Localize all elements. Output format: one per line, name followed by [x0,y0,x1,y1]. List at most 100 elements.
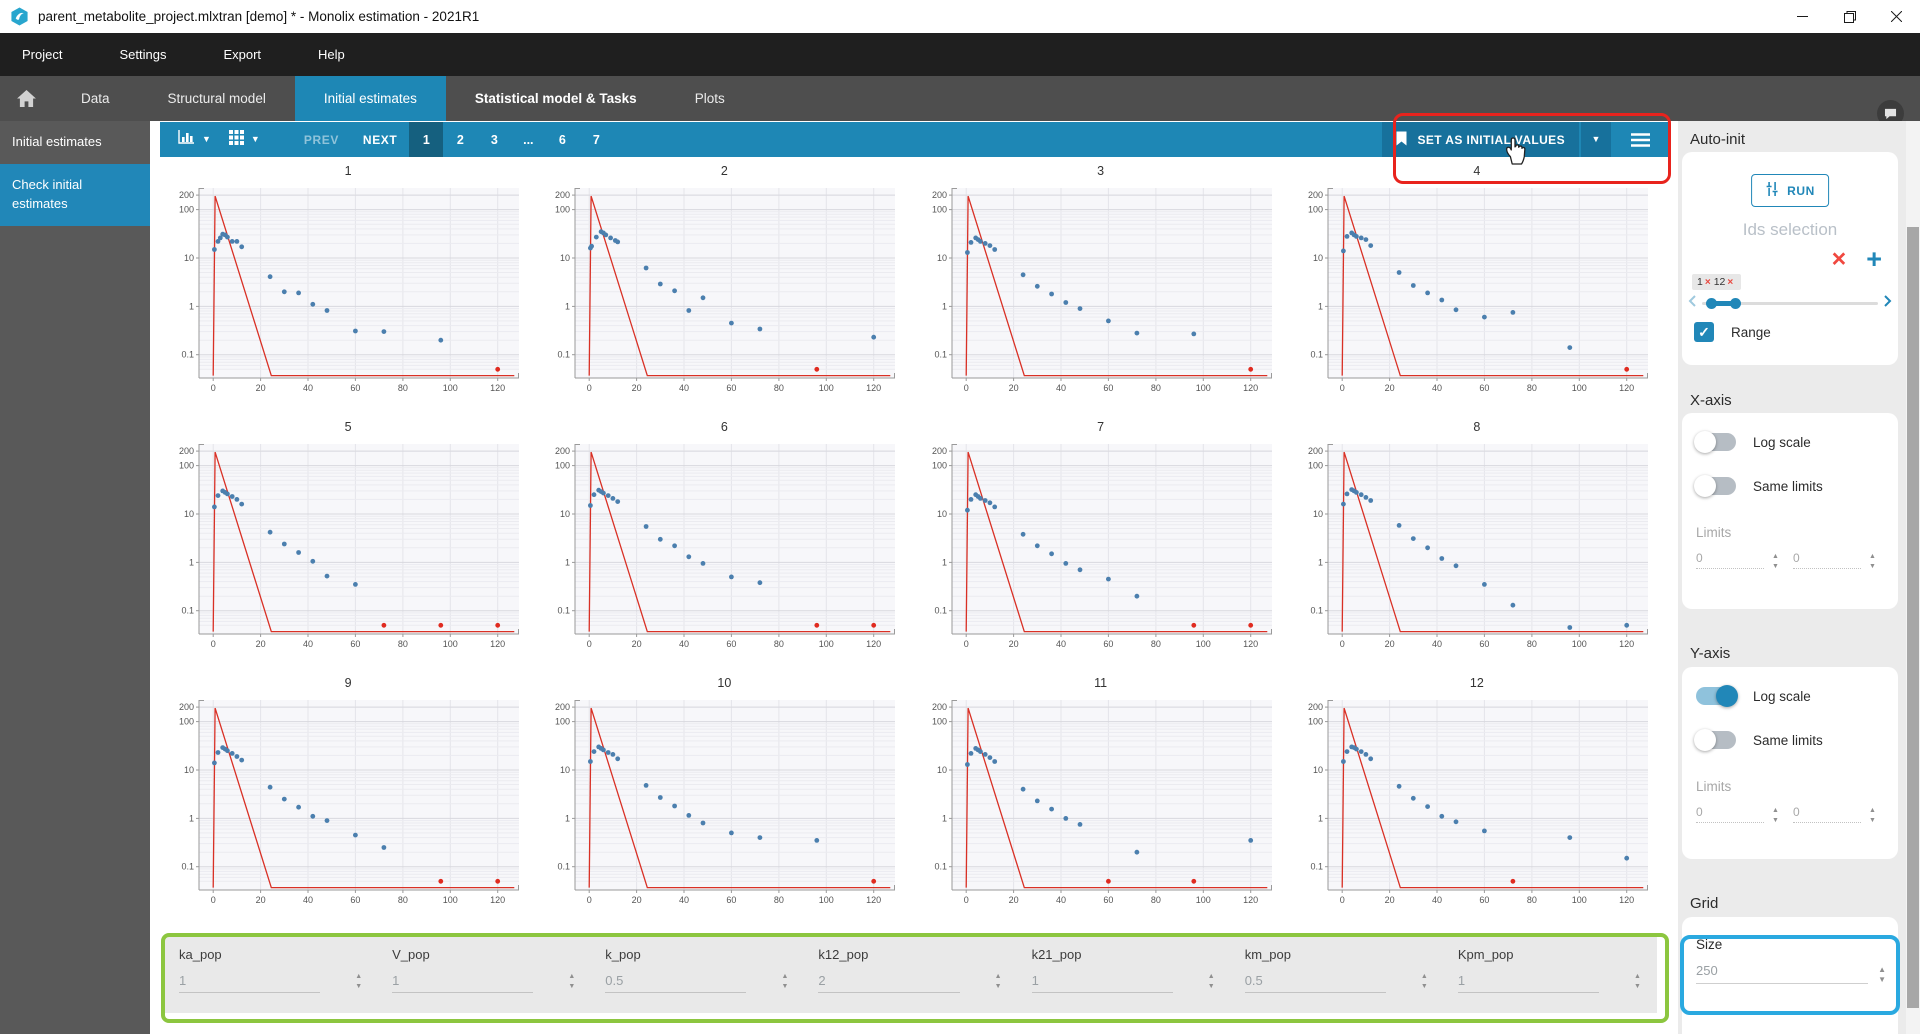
ids-range-slider[interactable] [1687,294,1893,313]
y-log-toggle[interactable] [1696,685,1738,707]
grid-size-stepper[interactable]: ▲ ▼ [1878,966,1886,984]
menu-export[interactable]: Export [223,47,261,62]
x-min-input[interactable]: 0 [1696,551,1764,569]
run-button[interactable]: RUN [1751,174,1829,207]
param-label: k_pop [605,947,641,962]
menu-settings[interactable]: Settings [119,47,166,62]
param-stepper[interactable]: ▲ ▼ [781,973,788,990]
individual-fit-plot-3[interactable]: 200 100 10 1 0.1 0 20 40 60 80 100 120 [922,182,1280,401]
menu-project[interactable]: Project [22,47,62,62]
x-axis-card: Log scale Same limits Limits 0 ▲ ▼ 0 ▲ ▼ [1682,413,1898,609]
param-stepper[interactable]: ▲ ▼ [355,973,362,990]
individual-fit-plot-6[interactable]: 200 100 10 1 0.1 0 20 40 60 80 100 120 [545,438,903,657]
param-stepper[interactable]: ▲ ▼ [1421,973,1428,990]
individual-fit-plot-12[interactable]: 200 100 10 1 0.1 0 20 40 60 80 100 120 [1298,694,1656,913]
param-stepper[interactable]: ▲ ▼ [1634,973,1641,990]
remove-id-icon[interactable]: × [1705,277,1711,288]
remove-id-icon[interactable]: × [1727,277,1733,288]
param-stepper[interactable]: ▲ ▼ [568,973,575,990]
panel-scrollbar[interactable] [1906,121,1920,1034]
tab-plots[interactable]: Plots [666,76,754,121]
plot-title-11: 11 [1094,676,1108,690]
menu-help[interactable]: Help [318,47,345,62]
slider-handle-low[interactable] [1705,297,1717,309]
param-label: k21_pop [1031,947,1082,962]
x-same-toggle[interactable] [1694,475,1736,497]
plot-type-dropdown[interactable]: ▼ [178,130,211,149]
param-value-input[interactable]: 0.5 [1244,973,1386,993]
tab-structural-model[interactable]: Structural model [139,76,295,121]
param-stepper[interactable]: ▲ ▼ [1208,973,1215,990]
page-2[interactable]: 2 [443,122,477,157]
param-stepper[interactable]: ▲ ▼ [995,973,1002,990]
tab-data[interactable]: Data [52,76,139,121]
prev-page-button[interactable]: PREV [304,133,339,147]
minimize-button[interactable] [1779,0,1826,33]
ids-selection-label: Ids selection [1742,220,1838,239]
y-max-stepper[interactable]: ▲ ▼ [1869,807,1876,824]
individual-fit-plot-11[interactable]: 200 100 10 1 0.1 0 20 40 60 80 100 120 [922,694,1280,913]
plot-cell-9: 9 200 100 10 1 0.1 0 20 40 60 80 100 120 [160,670,536,926]
param-value-input[interactable]: 2 [818,973,960,993]
page-7[interactable]: 7 [579,122,613,157]
x-max-input[interactable]: 0 [1793,551,1861,569]
range-checkbox[interactable]: ✓ [1694,322,1714,342]
set-as-initial-values-button[interactable]: SET AS INITIAL VALUES [1382,122,1579,157]
grid-size-label: Size [1696,937,1723,952]
param-value-input[interactable]: 1 [179,973,321,993]
page-1[interactable]: 1 [409,122,444,157]
param-value-input[interactable]: 1 [392,973,534,993]
svg-text:0: 0 [963,639,968,649]
grid-layout-dropdown[interactable]: ▼ [228,129,260,150]
x-log-toggle[interactable] [1694,431,1736,453]
page-3[interactable]: 3 [477,122,511,157]
y-max-input[interactable]: 0 [1793,805,1861,823]
param-value-input[interactable]: 1 [1031,973,1173,993]
add-ids-icon[interactable]: + [1866,246,1882,273]
individual-fit-plot-7[interactable]: 200 100 10 1 0.1 0 20 40 60 80 100 120 [922,438,1280,657]
sidebar-item-initial-estimates[interactable]: Initial estimates [0,121,150,164]
param-value-input[interactable]: 0.5 [605,973,747,993]
y-min-stepper[interactable]: ▲ ▼ [1772,807,1779,824]
grid-size-input[interactable]: 250 [1696,963,1869,984]
clear-ids-icon[interactable]: × [1832,247,1847,272]
svg-text:200: 200 [1308,446,1323,456]
scrollbar-thumb[interactable] [1907,227,1919,1008]
plot-title-6: 6 [720,420,728,434]
individual-fit-plot-8[interactable]: 200 100 10 1 0.1 0 20 40 60 80 100 120 [1298,438,1656,657]
chevron-right-icon[interactable] [1883,294,1893,313]
x-min-stepper[interactable]: ▲ ▼ [1772,553,1779,570]
individual-fit-plot-1[interactable]: 200 100 10 1 0.1 0 20 40 60 80 100 120 [169,182,527,401]
svg-text:1: 1 [1318,301,1323,311]
param-value-input[interactable]: 1 [1457,973,1599,993]
x-max-stepper[interactable]: ▲ ▼ [1869,553,1876,570]
plot-cell-3: 3 200 100 10 1 0.1 0 20 40 60 80 100 120 [913,158,1289,414]
page-6[interactable]: 6 [545,122,579,157]
close-button[interactable] [1873,0,1920,33]
menu-bar: Project Settings Export Help [0,33,1920,76]
tab-statistical-model-tasks[interactable]: Statistical model & Tasks [446,76,666,121]
individual-fit-plot-5[interactable]: 200 100 10 1 0.1 0 20 40 60 80 100 120 [169,438,527,657]
y-same-toggle[interactable] [1694,729,1736,751]
chevron-left-icon[interactable] [1687,294,1697,313]
svg-text:120: 120 [490,895,505,905]
svg-text:100: 100 [932,717,947,727]
y-min-input[interactable]: 0 [1696,805,1764,823]
next-page-button[interactable]: NEXT [363,133,397,147]
individual-fit-plot-9[interactable]: 200 100 10 1 0.1 0 20 40 60 80 100 120 [169,694,527,913]
tab-initial-estimates[interactable]: Initial estimates [294,76,446,121]
home-icon[interactable] [0,76,52,121]
individual-fit-plot-10[interactable]: 200 100 10 1 0.1 0 20 40 60 80 100 120 [545,694,903,913]
menu-icon[interactable] [1631,132,1650,147]
individual-fit-plot-4[interactable]: 200 100 10 1 0.1 0 20 40 60 80 100 120 [1298,182,1656,401]
plot-cell-2: 2 200 100 10 1 0.1 0 20 40 60 80 100 120 [536,158,912,414]
plot-title-4: 4 [1473,164,1481,178]
set-values-dropdown[interactable]: ▼ [1581,122,1611,157]
individual-fit-plot-2[interactable]: 200 100 10 1 0.1 0 20 40 60 80 100 120 [545,182,903,401]
left-sidebar: Initial estimates Check initial estimates [0,121,150,1034]
sidebar-item-check-initial-estimates[interactable]: Check initial estimates [0,163,150,226]
ids-range-chip[interactable]: 1 × 12 × [1692,274,1742,290]
page-ellipsis[interactable]: ... [511,122,545,157]
slider-handle-high[interactable] [1730,297,1742,309]
restore-button[interactable] [1826,0,1873,33]
